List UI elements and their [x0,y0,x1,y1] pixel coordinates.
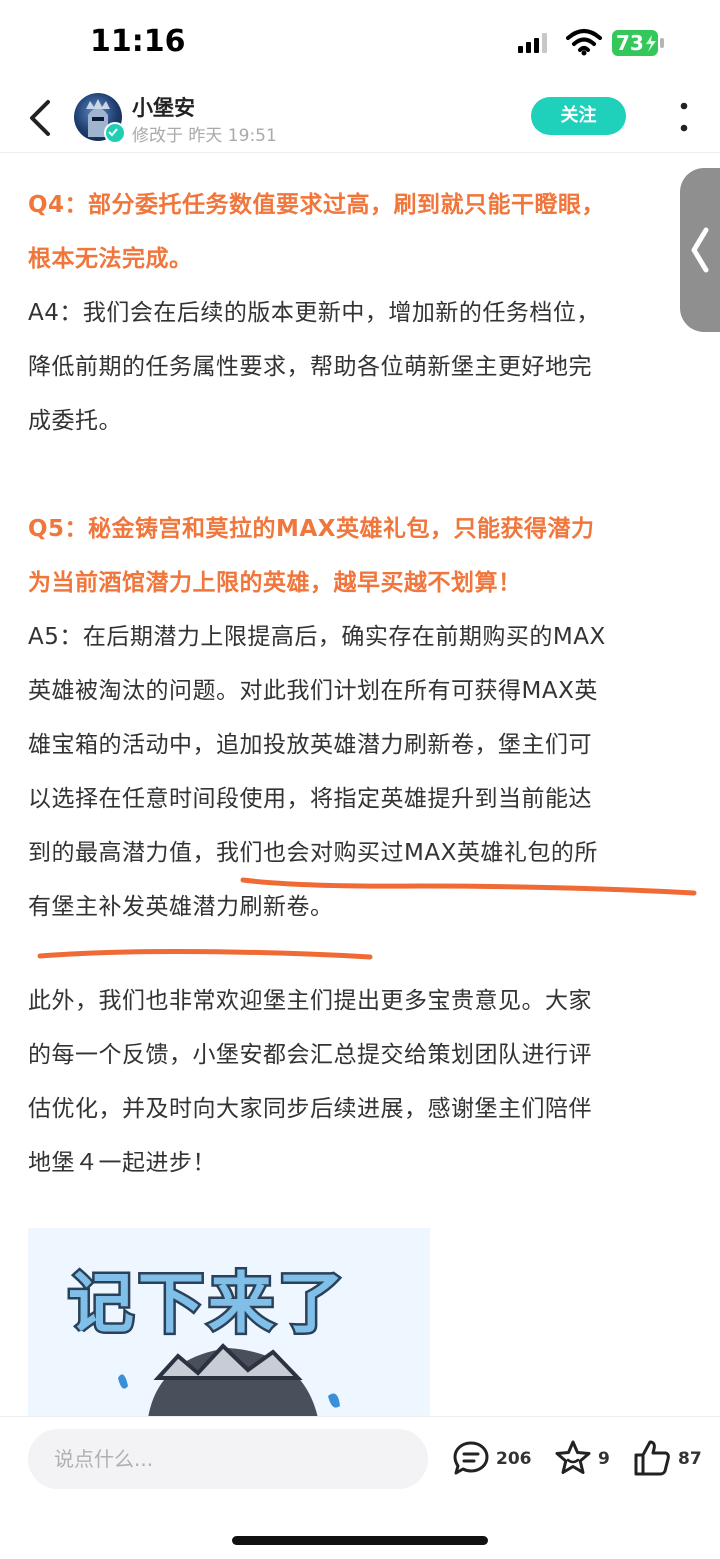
like-count: 87 [678,1449,702,1469]
favorite-star-icon[interactable] [554,1439,592,1477]
home-indicator [232,1536,488,1545]
comment-count: 206 [496,1449,532,1469]
comment-icon[interactable] [452,1440,490,1476]
like-thumb-icon[interactable] [632,1438,672,1478]
sticker-image[interactable]: 记下来了 [28,1228,430,1418]
outro-line: 地堡４一起进步！ [28,1150,216,1176]
comment-input[interactable]: 说点什么... [28,1429,428,1489]
outro-line: 估优化，并及时向大家同步后续进展，感谢堡主们陪伴 [28,1096,592,1122]
underline-annotation [37,877,697,960]
outro-line: 的每一个反馈，小堡安都会汇总提交给策划团队进行评 [28,1042,592,1068]
knight-character-icon [118,1343,340,1418]
favorite-count: 9 [598,1449,610,1469]
